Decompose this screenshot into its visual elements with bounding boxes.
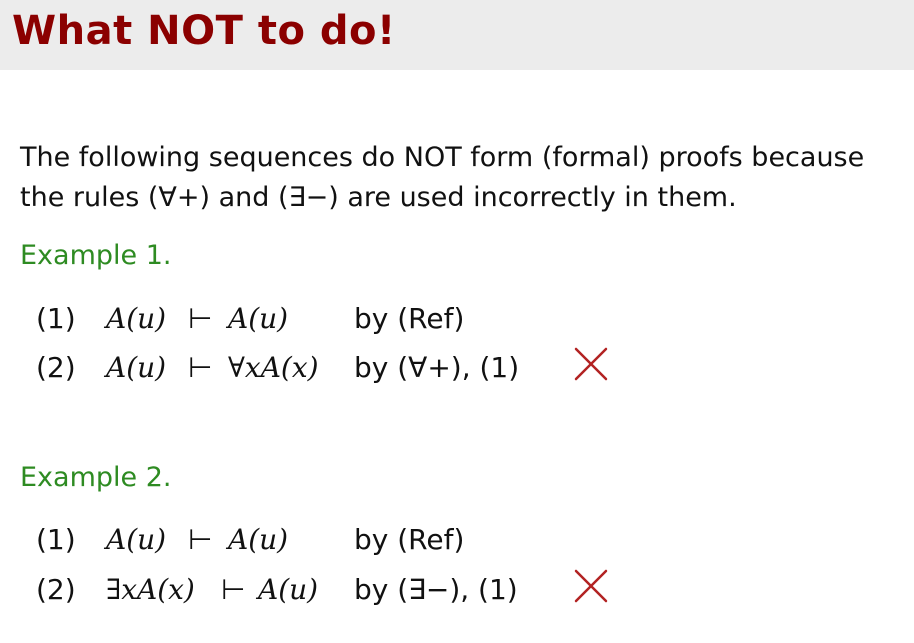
step-number: (1) [36,523,76,556]
turnstile: ⊢ [188,302,213,335]
step-lhs: A(u) [106,351,167,384]
slide-title: What NOT to do! [12,8,396,54]
intro-paragraph: The following sequences do NOT form (for… [20,142,865,213]
step-number: (2) [36,351,76,384]
step-rhs: A(u) [258,573,319,606]
cross-icon [574,569,608,603]
cross-icon [574,347,608,381]
step-number: (2) [36,573,76,606]
step-rhs: A(u) [228,302,289,335]
step-lhs: ∃xA(x) [106,573,195,606]
step-rule: by (∃−), (1) [354,573,518,606]
step-rule: by (Ref) [354,302,465,335]
example-2-label: Example 2. [20,462,172,493]
title-bar: What NOT to do! [0,0,914,70]
example-1-label: Example 1. [20,240,172,271]
turnstile: ⊢ [188,523,213,556]
step-rhs: ∀xA(x) [228,351,319,384]
turnstile: ⊢ [221,573,246,606]
step-number: (1) [36,302,76,335]
step-lhs: A(u) [106,302,167,335]
step-rhs: A(u) [228,523,289,556]
step-lhs: A(u) [106,523,167,556]
turnstile: ⊢ [188,351,213,384]
step-rule: by (Ref) [354,523,465,556]
step-rule: by (∀+), (1) [354,351,520,384]
